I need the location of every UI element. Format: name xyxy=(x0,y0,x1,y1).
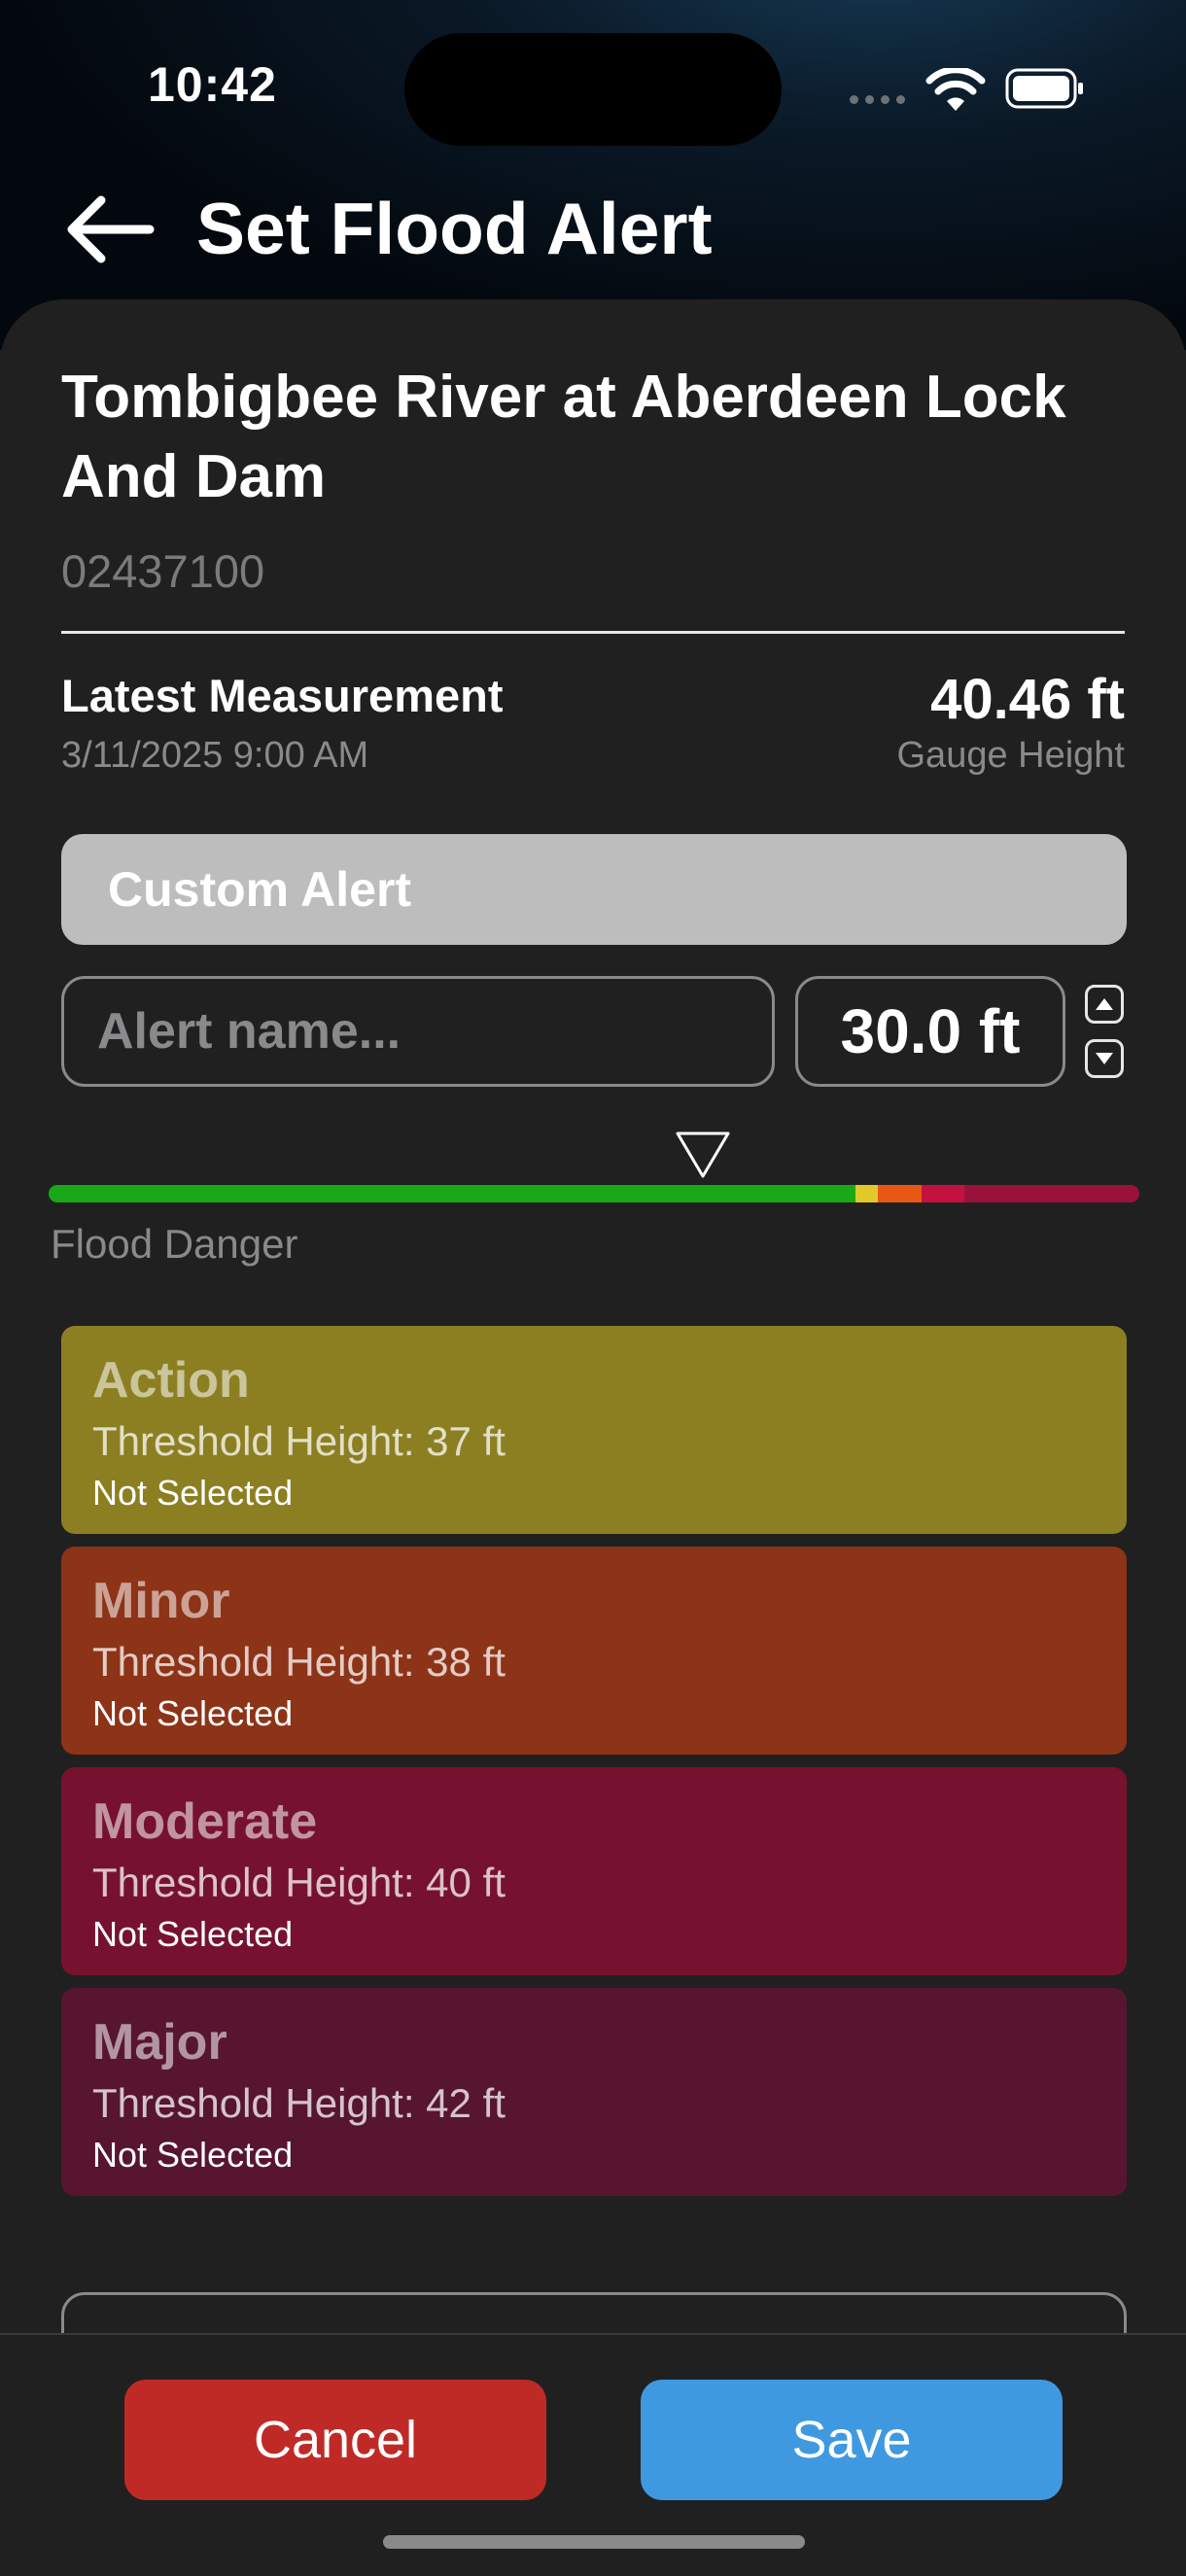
tier-status: Not Selected xyxy=(92,1473,294,1513)
tier-threshold: Threshold Height: 37 ft xyxy=(92,1418,506,1464)
wifi-icon xyxy=(925,68,986,111)
measurement-label: Latest Measurement xyxy=(61,670,504,721)
danger-segment-major xyxy=(964,1185,1139,1202)
tier-threshold: Threshold Height: 42 ft xyxy=(92,2080,506,2126)
station-id: 02437100 xyxy=(61,545,265,597)
tier-status: Not Selected xyxy=(92,1693,294,1733)
custom-alert-option[interactable]: Custom Alert xyxy=(61,834,1127,945)
tier-status: Not Selected xyxy=(92,1914,294,1954)
tier-action[interactable]: Action Threshold Height: 37 ft Not Selec… xyxy=(61,1326,1127,1534)
tier-major[interactable]: Major Threshold Height: 42 ft Not Select… xyxy=(61,1988,1127,2196)
save-button[interactable]: Save xyxy=(641,2380,1063,2500)
level-marker-icon xyxy=(676,1131,730,1178)
tier-threshold: Threshold Height: 40 ft xyxy=(92,1860,506,1905)
dynamic-island xyxy=(404,33,782,146)
tier-threshold: Threshold Height: 38 ft xyxy=(92,1639,506,1685)
divider xyxy=(61,631,1125,634)
measurement-date: 3/11/2025 9:00 AM xyxy=(61,735,369,776)
back-arrow-icon[interactable] xyxy=(62,191,159,268)
measurement-value: 40.46 ft xyxy=(930,668,1125,731)
flood-danger-label: Flood Danger xyxy=(51,1221,298,1267)
tier-name: Moderate xyxy=(92,1793,318,1850)
tier-name: Action xyxy=(92,1352,250,1409)
danger-segment-normal xyxy=(49,1185,856,1202)
home-indicator xyxy=(383,2535,805,2549)
chevron-up-icon xyxy=(1096,998,1113,1010)
cancel-button[interactable]: Cancel xyxy=(124,2380,546,2500)
status-time: 10:42 xyxy=(148,57,277,112)
page-title: Set Flood Alert xyxy=(196,188,713,269)
tier-moderate[interactable]: Moderate Threshold Height: 40 ft Not Sel… xyxy=(61,1767,1127,1975)
tier-name: Minor xyxy=(92,1573,230,1629)
flood-danger-bar xyxy=(49,1185,1139,1202)
measurement-type: Gauge Height xyxy=(896,735,1126,776)
danger-segment-moderate xyxy=(921,1185,965,1202)
cellular-signal-icon xyxy=(850,95,905,104)
tier-status: Not Selected xyxy=(92,2135,294,2175)
danger-segment-minor xyxy=(877,1185,922,1202)
alert-name-input[interactable] xyxy=(61,976,775,1087)
decrement-button[interactable] xyxy=(1085,1039,1124,1078)
chevron-down-icon xyxy=(1096,1053,1113,1064)
battery-icon xyxy=(1005,68,1083,109)
station-name: Tombigbee River at Aberdeen Lock And Dam xyxy=(61,364,1066,510)
tier-name: Major xyxy=(92,2014,227,2071)
danger-segment-action xyxy=(855,1185,878,1202)
alert-height-value[interactable]: 30.0 ft xyxy=(795,976,1065,1087)
increment-button[interactable] xyxy=(1085,985,1124,1024)
tier-minor[interactable]: Minor Threshold Height: 38 ft Not Select… xyxy=(61,1547,1127,1755)
